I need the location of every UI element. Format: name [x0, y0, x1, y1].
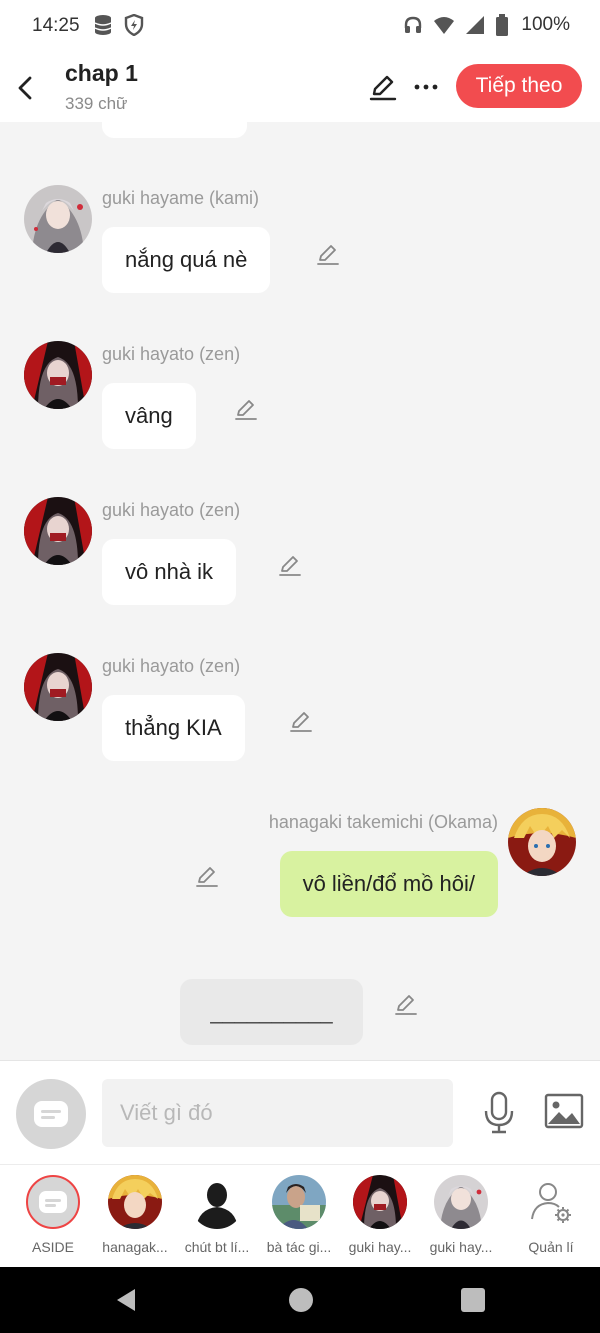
avatar-hayato[interactable] — [24, 653, 92, 721]
image-icon[interactable] — [544, 1093, 584, 1129]
character-hayato[interactable]: guki hay... — [339, 1175, 421, 1255]
character-hanagaki[interactable]: hanagak... — [94, 1175, 176, 1255]
edit-chapter-icon[interactable] — [368, 72, 398, 102]
composer-bar — [0, 1060, 600, 1164]
sender-name: guki hayame (kami) — [102, 188, 260, 208]
sender-name: guki hayato (zen) — [102, 344, 241, 364]
pencil-icon[interactable] — [277, 552, 303, 578]
character-chut[interactable]: chút bt lí... — [176, 1175, 258, 1255]
database-icon — [94, 15, 112, 35]
message-input[interactable] — [102, 1079, 453, 1147]
back-arrow-icon[interactable] — [14, 72, 38, 104]
shield-icon — [124, 14, 144, 36]
character-bar: ASIDE hanagak... chút bt lí... bà tác gi… — [0, 1164, 600, 1267]
wifi-icon — [434, 17, 455, 34]
nav-home-icon[interactable] — [289, 1288, 313, 1312]
avatar-hayame[interactable] — [24, 185, 92, 253]
user-settings-icon — [531, 1183, 571, 1223]
status-bar: 14:25 100% — [0, 0, 600, 52]
chat-bubble-icon — [39, 1191, 67, 1213]
battery-icon — [496, 14, 509, 36]
word-count: 339 chữ — [65, 94, 128, 113]
avatar-hayato[interactable] — [24, 497, 92, 565]
avatar-takemichi[interactable] — [508, 808, 576, 876]
status-time: 14:25 — [32, 15, 80, 36]
chapter-title: chap 1 — [65, 60, 138, 86]
character-name: bà tác gi... — [266, 1239, 332, 1255]
character-name: Quản lí — [528, 1239, 574, 1255]
message-bubble[interactable]: vâng — [102, 383, 196, 449]
message-bubble[interactable]: nắng quá nè — [102, 227, 271, 293]
sender-name: guki hayato (zen) — [102, 500, 241, 520]
character-name: guki hay... — [348, 1239, 412, 1255]
character-author[interactable]: bà tác gi... — [258, 1175, 340, 1255]
character-hayame[interactable]: guki hay... — [420, 1175, 502, 1255]
battery-percent: 100% — [521, 14, 570, 35]
avatar-hayato[interactable] — [24, 341, 92, 409]
pencil-icon[interactable] — [393, 991, 419, 1017]
nav-recents-icon[interactable] — [461, 1288, 485, 1312]
message-bubble-own[interactable]: vô liền/đổ mồ hôi/ — [279, 851, 498, 917]
character-manage[interactable]: Quản lí — [510, 1175, 592, 1255]
pencil-icon[interactable] — [288, 708, 314, 734]
character-name: guki hay... — [429, 1239, 493, 1255]
aside-toggle-button[interactable] — [16, 1079, 86, 1149]
message-bubble-partial — [102, 122, 247, 138]
signal-icon — [466, 16, 485, 34]
next-button[interactable]: Tiếp theo — [456, 64, 582, 108]
pencil-icon[interactable] — [315, 241, 341, 267]
message-bubble[interactable]: thẳng KIA — [102, 695, 245, 761]
sender-name: guki hayato (zen) — [102, 656, 241, 676]
headphones-icon — [405, 16, 422, 33]
more-options-icon[interactable] — [412, 72, 440, 102]
message-bubble[interactable]: vô nhà ik — [102, 539, 237, 605]
nav-back-icon[interactable] — [115, 1288, 137, 1312]
chat-area[interactable]: guki hayame (kami) nắng quá nè guki haya… — [0, 122, 600, 1060]
character-name: ASIDE — [31, 1239, 74, 1255]
character-aside[interactable]: ASIDE — [12, 1175, 94, 1255]
system-nav-bar — [0, 1267, 600, 1333]
character-name: chút bt lí... — [184, 1239, 250, 1255]
microphone-icon[interactable] — [482, 1091, 516, 1135]
narration-bubble[interactable]: __________ — [180, 979, 363, 1045]
pencil-icon[interactable] — [194, 863, 220, 889]
chat-bubble-icon — [34, 1101, 68, 1127]
character-name: hanagak... — [102, 1239, 168, 1255]
chapter-header: chap 1 339 chữ Tiếp theo — [0, 52, 600, 122]
sender-name: hanagaki takemichi (Okama) — [268, 812, 498, 832]
pencil-icon[interactable] — [233, 396, 259, 422]
